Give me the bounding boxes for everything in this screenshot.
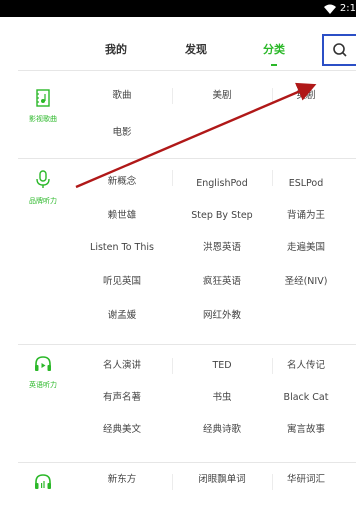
item-new-oriental[interactable]: 新东方 <box>72 468 172 492</box>
section-exam-listening: 新东方 闭眼飘单词 华研词汇 <box>22 466 356 505</box>
item-fables[interactable]: 寓言故事 <box>256 418 356 442</box>
item-huayan-vocab[interactable]: 华研词汇 <box>256 468 356 492</box>
tab-mine[interactable]: 我的 <box>95 30 137 70</box>
item-hear-britain[interactable]: 听见英国 <box>72 270 172 294</box>
status-time: 2:1 <box>339 3 356 14</box>
status-bar: 2:1 <box>0 0 356 17</box>
tab-discover[interactable]: 发现 <box>175 30 217 70</box>
status-right: 2:1 <box>323 0 356 17</box>
item-classic-prose[interactable]: 经典美文 <box>72 418 172 442</box>
item-listen-to-this[interactable]: Listen To This <box>72 236 172 260</box>
section-film-music: 影视歌曲 歌曲 美剧 英剧 电影 <box>22 80 356 154</box>
item-famous-speeches[interactable]: 名人演讲 <box>72 354 172 378</box>
section-brand-listening: 品牌听力 新概念 EnglishPod ESLPod 赖世雄 Step By S… <box>22 162 356 340</box>
category-label: 英语听力 <box>29 381 57 389</box>
microphone-icon <box>36 170 50 188</box>
film-music-icon <box>36 89 50 107</box>
category-label: 影视歌曲 <box>29 115 57 123</box>
tab-category-label: 分类 <box>263 43 285 56</box>
top-tab-bar: 我的 发现 分类 <box>0 30 356 70</box>
item-xie-mengyuan[interactable]: 谢孟媛 <box>72 304 172 328</box>
headphone-bars-icon <box>35 474 51 489</box>
item-songs[interactable]: 歌曲 <box>72 84 172 108</box>
category-exam-listening[interactable] <box>22 472 64 498</box>
item-recite-king[interactable]: 背诵为王 <box>256 204 356 228</box>
item-eslpod[interactable]: ESLPod <box>256 172 356 196</box>
category-label: 品牌听力 <box>29 197 57 205</box>
item-black-cat[interactable]: Black Cat <box>256 386 356 410</box>
wifi-icon <box>323 4 336 14</box>
headphone-play-icon <box>35 356 51 371</box>
tab-category[interactable]: 分类 <box>253 30 295 70</box>
item-audio-classics[interactable]: 有声名著 <box>72 386 172 410</box>
tabs-divider <box>18 70 356 71</box>
category-brand-listening[interactable]: 品牌听力 <box>22 170 64 206</box>
item-lai-shixiong[interactable]: 赖世雄 <box>72 204 172 228</box>
category-film-music[interactable]: 影视歌曲 <box>22 88 64 124</box>
item-new-concept[interactable]: 新概念 <box>72 170 172 194</box>
section-english-listening: 英语听力 名人演讲 TED 名人传记 有声名著 书虫 Black Cat 经典美… <box>22 350 356 450</box>
item-family-album-usa[interactable]: 走遍美国 <box>256 236 356 260</box>
section-divider <box>18 462 356 463</box>
item-bible-niv[interactable]: 圣经(NIV) <box>256 270 356 294</box>
search-button[interactable] <box>322 34 356 66</box>
item-movies[interactable]: 电影 <box>72 121 172 145</box>
section-divider <box>18 158 356 159</box>
search-icon <box>333 43 347 57</box>
item-uk-drama[interactable]: 英剧 <box>256 84 356 108</box>
active-tab-indicator <box>271 64 277 66</box>
item-online-teacher[interactable]: 网红外教 <box>172 304 272 328</box>
tab-mine-label: 我的 <box>105 43 127 56</box>
category-english-listening[interactable]: 英语听力 <box>22 354 64 390</box>
tab-discover-label: 发现 <box>185 43 207 56</box>
section-divider <box>18 344 356 345</box>
item-biographies[interactable]: 名人传记 <box>256 354 356 378</box>
